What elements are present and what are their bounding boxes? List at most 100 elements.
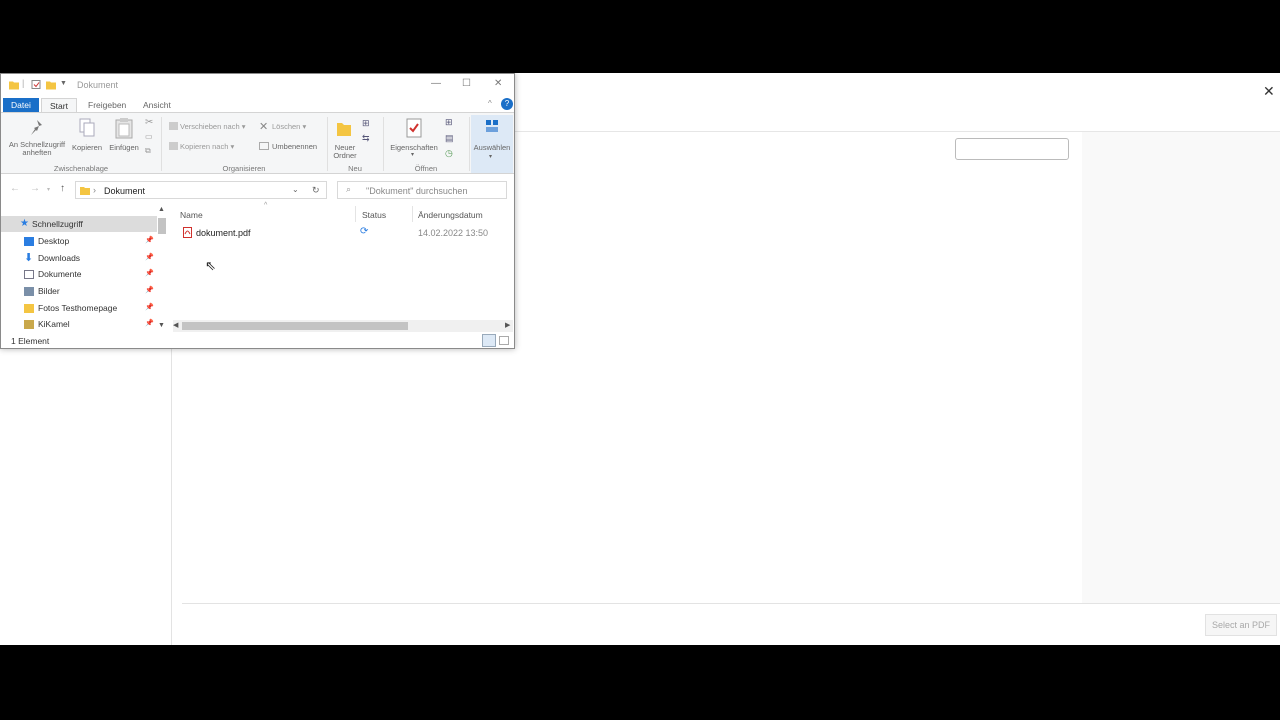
- scroll-up-icon[interactable]: ▲: [158, 206, 165, 213]
- paste-button[interactable]: Einfügen: [105, 144, 143, 152]
- group-divider: [327, 117, 328, 171]
- paste-icon: [115, 118, 133, 139]
- nav-item-desktop[interactable]: Desktop 📌: [1, 233, 157, 249]
- nav-item-fotos-testhomepage[interactable]: Fotos Testhomepage 📌: [1, 300, 157, 316]
- pin-icon: 📌: [145, 237, 154, 244]
- scroll-thumb[interactable]: [182, 322, 408, 330]
- address-field[interactable]: › Dokument ⌄ ↻: [75, 181, 327, 199]
- copy-button[interactable]: Kopieren: [69, 144, 105, 152]
- edit-icon[interactable]: ▤: [445, 133, 454, 144]
- sync-status-icon: ⟳: [360, 226, 369, 237]
- refresh-icon[interactable]: ↻: [312, 185, 320, 196]
- text-field[interactable]: [955, 138, 1069, 160]
- new-item-icon[interactable]: ⊞: [362, 118, 370, 129]
- column-header-name[interactable]: Name: [180, 210, 203, 220]
- paste-shortcut-icon[interactable]: ⧉: [145, 146, 151, 156]
- tab-file[interactable]: Datei: [3, 98, 39, 112]
- folder-icon: [80, 187, 90, 195]
- new-folder-button[interactable]: Neuer Ordner: [329, 144, 361, 160]
- forward-button[interactable]: →: [30, 183, 40, 194]
- delete-button[interactable]: Löschen ▾: [272, 123, 320, 131]
- item-count: 1 Element: [11, 336, 50, 346]
- back-button[interactable]: ←: [10, 183, 20, 194]
- tab-share[interactable]: Freigeben: [80, 98, 134, 112]
- new-folder-icon[interactable]: [46, 79, 56, 90]
- cut-icon[interactable]: ✂: [145, 117, 153, 128]
- history-icon[interactable]: ◷: [445, 148, 453, 159]
- minimize-button[interactable]: —: [431, 78, 441, 89]
- nav-item-label: Dokumente: [38, 269, 82, 279]
- pdf-icon: [183, 227, 192, 238]
- open-icon[interactable]: ⊞: [445, 117, 453, 128]
- group-divider: [161, 117, 162, 171]
- column-header-status[interactable]: Status: [362, 210, 386, 220]
- tab-start[interactable]: Start: [41, 98, 77, 112]
- select-pdf-button[interactable]: Select an PDF: [1205, 614, 1277, 636]
- close-button[interactable]: ✕: [494, 78, 502, 89]
- nav-item-kikamel[interactable]: KiKamel 📌: [1, 316, 157, 332]
- download-icon: ⬇: [24, 252, 34, 264]
- scroll-down-icon[interactable]: ▼: [158, 322, 165, 329]
- search-icon: ⌕: [346, 184, 352, 194]
- close-icon[interactable]: ✕: [1263, 83, 1275, 100]
- content-scrollbar[interactable]: ◀ ▶: [173, 320, 513, 332]
- recent-locations-button[interactable]: ▾: [47, 186, 50, 193]
- scroll-left-icon[interactable]: ◀: [173, 321, 178, 329]
- move-to-icon: [169, 122, 178, 130]
- breadcrumb-current[interactable]: Dokument: [104, 186, 145, 196]
- collapse-ribbon-icon[interactable]: ^: [488, 99, 492, 108]
- new-folder-icon: [337, 123, 351, 136]
- large-icons-view-button[interactable]: [499, 336, 509, 345]
- select-button[interactable]: Auswählen ▾: [471, 115, 513, 173]
- group-new-label: Neu: [348, 164, 362, 173]
- easy-access-icon[interactable]: ⇆: [362, 133, 370, 144]
- nav-item-downloads[interactable]: ⬇ Downloads 📌: [1, 250, 157, 266]
- move-to-button[interactable]: Verschieben nach ▾: [180, 123, 248, 131]
- pin-icon: 📌: [145, 254, 154, 261]
- properties-icon[interactable]: [31, 79, 41, 90]
- desktop-icon: [24, 237, 34, 246]
- ribbon: An Schnellzugriff anheften Kopieren Einf…: [1, 112, 514, 174]
- nav-item-quick-access[interactable]: ★ Schnellzugriff: [1, 216, 157, 232]
- title-bar[interactable]: | ▼ Dokument — ☐ ✕: [1, 74, 514, 96]
- maximize-button[interactable]: ☐: [462, 78, 471, 89]
- group-organize-label: Organisieren: [222, 164, 266, 173]
- details-view-button[interactable]: [482, 334, 496, 347]
- tab-view[interactable]: Ansicht: [135, 98, 179, 112]
- nav-scrollbar[interactable]: ▲ ▼: [157, 206, 167, 334]
- copy-to-button[interactable]: Kopieren nach ▾: [180, 143, 248, 151]
- nav-item-label: Downloads: [38, 253, 81, 263]
- help-icon[interactable]: ?: [501, 98, 513, 110]
- search-input[interactable]: ⌕ "Dokument" durchsuchen: [337, 181, 507, 199]
- chevron-down-icon[interactable]: ▼: [60, 80, 70, 91]
- folder-icon: [9, 81, 19, 90]
- chevron-down-icon[interactable]: ⌄: [292, 185, 299, 194]
- column-header-date[interactable]: Änderungsdatum: [418, 210, 483, 220]
- nav-item-pictures[interactable]: Bilder 📌: [1, 283, 157, 299]
- nav-item-label: KiKamel: [38, 319, 70, 329]
- up-button[interactable]: ↑: [60, 183, 65, 194]
- rename-button[interactable]: Umbenennen: [272, 143, 328, 151]
- nav-item-documents[interactable]: Dokumente 📌: [1, 266, 157, 282]
- copy-path-icon[interactable]: ▭: [145, 132, 153, 141]
- pin-icon: 📌: [145, 287, 154, 294]
- delete-label: Löschen: [272, 122, 301, 131]
- move-to-label: Verschieben nach: [180, 122, 240, 131]
- chevron-down-icon[interactable]: ▾: [411, 151, 414, 158]
- folder-icon: [24, 304, 34, 313]
- rename-icon: [259, 142, 269, 150]
- properties-icon: [406, 118, 422, 138]
- file-list: ^ Name Status Änderungsdatum dokument.pd…: [173, 202, 513, 334]
- document-icon: [24, 270, 34, 279]
- folder-icon: [24, 320, 34, 329]
- chevron-down-icon: ▾: [489, 154, 493, 160]
- breadcrumb-separator: ›: [93, 185, 96, 195]
- copy-to-icon: [169, 142, 178, 150]
- table-row[interactable]: dokument.pdf ⟳ 14.02.2022 13:50: [179, 226, 509, 240]
- pin-quick-access-button[interactable]: An Schnellzugriff anheften: [5, 141, 69, 157]
- picture-icon: [24, 287, 34, 296]
- group-clipboard-label: Zwischenablage: [53, 164, 109, 173]
- file-name: dokument.pdf: [196, 228, 251, 238]
- scroll-right-icon[interactable]: ▶: [505, 321, 510, 329]
- scroll-thumb[interactable]: [158, 218, 166, 234]
